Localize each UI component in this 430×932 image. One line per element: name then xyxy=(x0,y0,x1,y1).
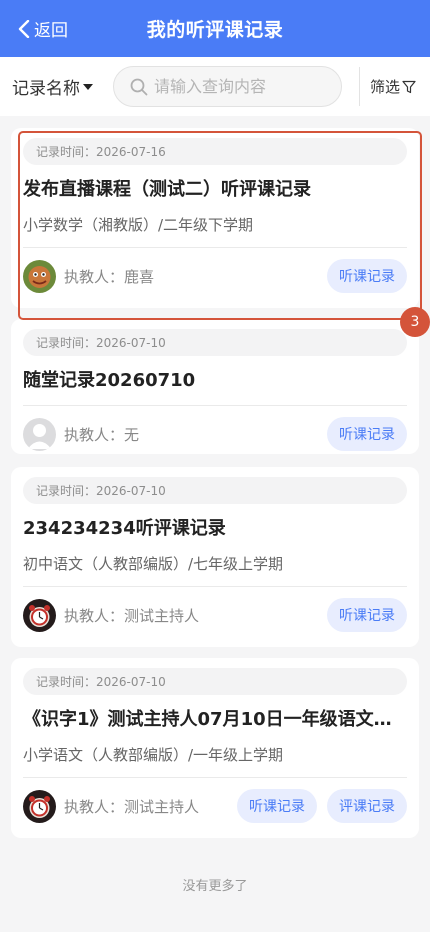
avatar xyxy=(23,417,56,451)
sort-label: 记录名称 xyxy=(12,79,80,99)
annotation-badge: 3 xyxy=(400,307,430,337)
sort-dropdown[interactable]: 记录名称 xyxy=(12,57,93,116)
record-date: 记录时间：2026-07-16 xyxy=(23,138,407,165)
record-teacher: 执教人：无 xyxy=(64,425,140,444)
filter-icon xyxy=(402,80,416,93)
evaluate-record-button[interactable]: 评课记录 xyxy=(327,789,407,823)
avatar xyxy=(23,259,56,293)
chevron-left-icon xyxy=(18,19,30,38)
caret-down-icon xyxy=(83,83,93,90)
listen-record-button[interactable]: 听课记录 xyxy=(327,417,407,451)
search-input[interactable] xyxy=(154,77,324,96)
record-footer: 执教人：测试主持人 听课记录 评课记录 xyxy=(23,778,407,834)
record-date: 记录时间：2026-07-10 xyxy=(23,329,407,356)
record-subject: 小学数学（湘教版）/二年级下学期 xyxy=(23,216,254,234)
record-title: 《识字1》测试主持人07月10日一年级语文听评课记录 xyxy=(23,709,407,730)
record-card[interactable]: 记录时间：2026-07-16 发布直播课程（测试二）听评课记录 小学数学（湘教… xyxy=(11,128,419,308)
search-icon xyxy=(130,78,148,95)
record-footer: 执教人：鹿喜 听课记录 xyxy=(23,248,407,304)
listen-record-button[interactable]: 听课记录 xyxy=(327,598,407,632)
record-subject: 小学语文（人教部编版）/一年级上学期 xyxy=(23,746,284,764)
no-more-text: 没有更多了 xyxy=(182,879,248,894)
record-date: 记录时间：2026-07-10 xyxy=(23,668,407,695)
record-card[interactable]: 记录时间：2026-07-10 234234234听评课记录 初中语文（人教部编… xyxy=(11,467,419,647)
record-date: 记录时间：2026-07-10 xyxy=(23,477,407,504)
listen-record-button[interactable]: 听课记录 xyxy=(327,259,407,293)
record-teacher: 执教人：测试主持人 xyxy=(64,606,200,625)
record-footer: 执教人：无 听课记录 xyxy=(23,406,407,462)
record-list: 记录时间：2026-07-16 发布直播课程（测试二）听评课记录 小学数学（湘教… xyxy=(11,128,419,838)
filter-button[interactable]: 筛选 xyxy=(370,57,416,116)
search-box[interactable] xyxy=(113,66,342,107)
record-footer: 执教人：测试主持人 听课记录 xyxy=(23,587,407,643)
record-title: 发布直播课程（测试二）听评课记录 xyxy=(23,179,311,200)
avatar xyxy=(23,598,56,632)
toolbar-divider xyxy=(359,67,360,106)
record-teacher: 执教人：测试主持人 xyxy=(64,797,200,816)
back-button[interactable]: 返回 xyxy=(18,0,68,57)
back-label: 返回 xyxy=(34,21,68,41)
avatar xyxy=(23,789,56,823)
toolbar: 记录名称 筛选 xyxy=(0,57,430,116)
nav-bar: 返回 我的听评课记录 xyxy=(0,0,430,57)
record-title: 234234234听评课记录 xyxy=(23,518,226,539)
record-card[interactable]: 记录时间：2026-07-10 《识字1》测试主持人07月10日一年级语文听评课… xyxy=(11,658,419,838)
listen-record-button[interactable]: 听课记录 xyxy=(237,789,317,823)
record-title: 随堂记录20260710 xyxy=(23,370,196,391)
record-teacher: 执教人：鹿喜 xyxy=(64,267,155,286)
filter-label: 筛选 xyxy=(370,78,401,96)
record-card[interactable]: 记录时间：2026-07-10 随堂记录20260710 执教人：无 听课记录 xyxy=(11,319,419,454)
record-subject: 初中语文（人教部编版）/七年级上学期 xyxy=(23,555,284,573)
